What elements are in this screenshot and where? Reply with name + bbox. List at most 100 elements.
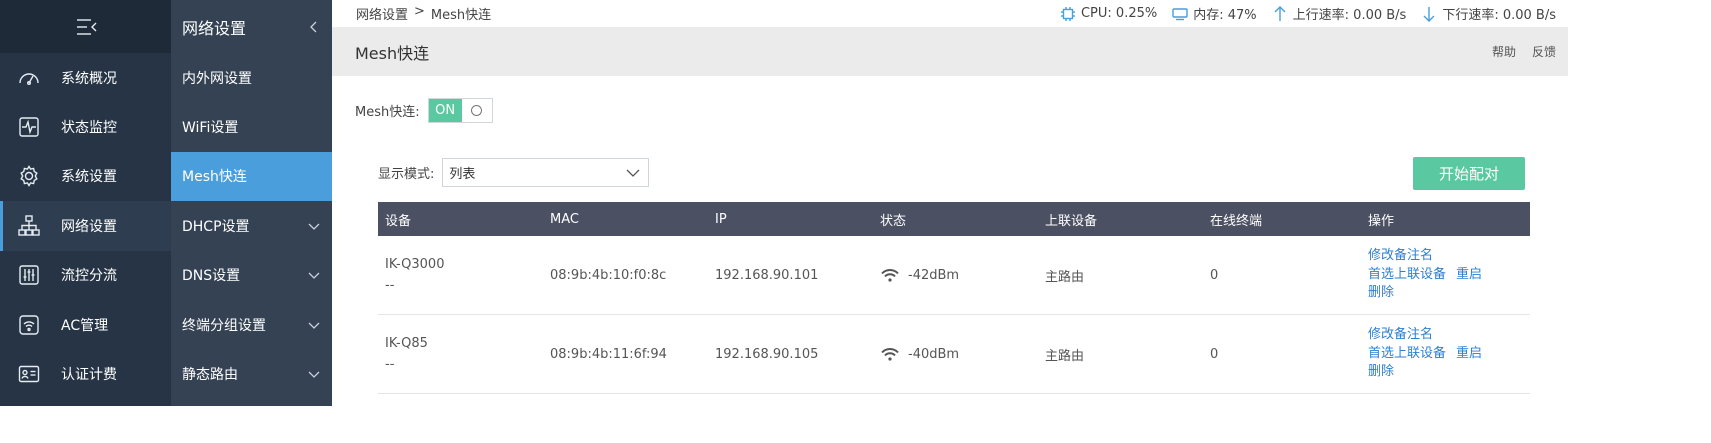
- sidebar-item-label: 认证计费: [61, 367, 117, 384]
- device-remark: --: [385, 357, 395, 372]
- chevron-down-icon: [308, 371, 320, 378]
- pulse-monitor-icon: [16, 114, 42, 140]
- subnav-item-label: DHCP设置: [182, 218, 250, 235]
- mac-cell: 08:9b:4b:11:6f:94: [550, 346, 667, 362]
- subnav-item-dhcp[interactable]: DHCP设置: [171, 201, 332, 250]
- subnav-item-mesh[interactable]: Mesh快连: [171, 151, 332, 202]
- sidebar-item-label: 网络设置: [61, 218, 117, 235]
- mesh-toggle-row: Mesh快连: ON: [355, 98, 493, 123]
- sidebar-item-label: AC管理: [61, 317, 109, 334]
- display-mode-label: 显示模式:: [378, 167, 435, 182]
- sidebar-item-overview[interactable]: 系统概况: [0, 53, 171, 102]
- page-title: Mesh快连: [355, 43, 430, 63]
- id-card-icon: [16, 361, 42, 387]
- start-pairing-button[interactable]: 开始配对: [1413, 157, 1525, 190]
- wifi-signal-icon: [881, 269, 899, 282]
- sliders-icon: [16, 262, 42, 288]
- reboot-link[interactable]: 重启: [1456, 266, 1482, 285]
- subnav-title: 网络设置: [182, 18, 247, 38]
- memory-value: 内存: 47%: [1193, 8, 1257, 23]
- edit-remark-link[interactable]: 修改备注名: [1368, 247, 1530, 266]
- breadcrumb-current: Mesh快连: [430, 8, 492, 23]
- subnav-item-static-route[interactable]: 静态路由: [171, 349, 332, 398]
- menu-collapse-icon: [76, 18, 96, 35]
- operations-cell: 修改备注名 首选上联设备 重启 删除: [1368, 247, 1530, 303]
- sub-sidebar: 网络设置 内外网设置 WiFi设置 Mesh快连 DHCP设置 DNS设置 终端…: [171, 0, 332, 406]
- device-remark: --: [385, 278, 395, 293]
- chevron-down-icon: [308, 272, 320, 280]
- sidebar-item-monitor[interactable]: 状态监控: [0, 102, 171, 151]
- download-stat: 下行速率: 0.00 B/s: [1420, 4, 1556, 23]
- device-name: IK-Q85: [385, 336, 428, 351]
- arrow-up-icon: [1274, 5, 1286, 21]
- online-clients-cell: 0: [1210, 346, 1219, 362]
- switch-on-label: ON: [428, 99, 462, 122]
- delete-link[interactable]: 删除: [1368, 363, 1530, 382]
- gear-icon: [16, 163, 42, 189]
- cpu-stat: CPU: 0.25%: [1059, 5, 1157, 23]
- help-link[interactable]: 帮助: [1492, 43, 1516, 60]
- dashboard-icon: [16, 65, 42, 91]
- chevron-down-icon: [308, 322, 320, 329]
- sidebar-item-label: 流控分流: [61, 268, 117, 285]
- cpu-icon: [1060, 6, 1075, 21]
- column-header: 操作: [1368, 213, 1395, 229]
- network-icon: [16, 213, 42, 239]
- subnav-item-label: 终端分组设置: [182, 317, 266, 334]
- memory-stat: 内存: 47%: [1171, 4, 1257, 23]
- chevron-down-icon: [626, 169, 640, 177]
- column-header: 设备: [385, 213, 412, 229]
- subnav-header[interactable]: 网络设置: [171, 0, 332, 53]
- sidebar-item-ac-management[interactable]: AC管理: [0, 300, 171, 349]
- device-cell: IK-Q85 --: [378, 333, 543, 375]
- status-cell: -42dBm: [873, 267, 1038, 283]
- breadcrumb-parent[interactable]: 网络设置: [356, 4, 408, 23]
- operations-cell: 修改备注名 首选上联设备 重启 删除: [1368, 326, 1530, 382]
- prefer-uplink-link[interactable]: 首选上联设备: [1368, 266, 1446, 285]
- memory-icon: [1172, 7, 1188, 20]
- sidebar-item-network-settings[interactable]: 网络设置: [0, 201, 171, 251]
- upload-value: 上行速率: 0.00 B/s: [1292, 8, 1407, 23]
- sidebar-item-auth-billing[interactable]: 认证计费: [0, 349, 171, 398]
- column-header: MAC: [550, 211, 579, 227]
- sidebar-item-label: 系统概况: [61, 70, 117, 87]
- status-cell: -40dBm: [873, 346, 1038, 362]
- arrow-down-icon: [1423, 6, 1435, 22]
- table-row: IK-Q3000 -- 08:9b:4b:10:f0:8c 192.168.90…: [378, 236, 1530, 315]
- subnav-item-lan-wan[interactable]: 内外网设置: [171, 53, 332, 102]
- cpu-value: CPU: 0.25%: [1080, 6, 1158, 21]
- prefer-uplink-link[interactable]: 首选上联设备: [1368, 345, 1446, 364]
- breadcrumb-separator: >: [414, 4, 425, 19]
- page-titlebar: Mesh快连 帮助 反馈: [332, 27, 1568, 76]
- breadcrumb: 网络设置 > Mesh快连: [356, 4, 491, 23]
- status-bar: 网络设置 > Mesh快连 CPU: 0.25% 内存: 47% 上行速率: 0…: [332, 0, 1568, 27]
- subnav-item-label: 内外网设置: [182, 70, 252, 87]
- online-clients-cell: 0: [1210, 267, 1219, 283]
- menu-collapse-button[interactable]: [0, 0, 171, 53]
- uplink-cell: 主路由: [1045, 269, 1085, 285]
- wifi-signal-icon: [881, 348, 899, 361]
- reboot-link[interactable]: 重启: [1456, 345, 1482, 364]
- column-header: 状态: [880, 213, 907, 229]
- uplink-cell: 主路由: [1045, 348, 1085, 364]
- chevron-left-icon[interactable]: [308, 21, 320, 33]
- feedback-link[interactable]: 反馈: [1532, 43, 1556, 60]
- mesh-toggle-switch[interactable]: ON: [427, 98, 493, 123]
- sidebar-item-system-settings[interactable]: 系统设置: [0, 152, 171, 201]
- title-links: 帮助 反馈: [1492, 43, 1556, 60]
- subnav-item-dns[interactable]: DNS设置: [171, 251, 332, 300]
- subnav-item-wifi[interactable]: WiFi设置: [171, 102, 332, 151]
- table-header: 设备 MAC IP 状态 上联设备 在线终端 操作: [378, 202, 1530, 236]
- ip-cell: 192.168.90.101: [715, 267, 819, 283]
- column-header: 在线终端: [1210, 213, 1263, 229]
- sidebar-item-flow-control[interactable]: 流控分流: [0, 251, 171, 300]
- mesh-device-table: 设备 MAC IP 状态 上联设备 在线终端 操作 IK-Q3000 -- 08…: [378, 202, 1530, 394]
- subnav-item-terminal-groups[interactable]: 终端分组设置: [171, 300, 332, 349]
- delete-link[interactable]: 删除: [1368, 284, 1530, 303]
- device-name: IK-Q3000: [385, 257, 445, 272]
- edit-remark-link[interactable]: 修改备注名: [1368, 326, 1530, 345]
- table-row: IK-Q85 -- 08:9b:4b:11:6f:94 192.168.90.1…: [378, 315, 1530, 394]
- display-mode-select[interactable]: 列表: [442, 158, 650, 187]
- display-mode-row: 显示模式: 列表: [378, 158, 650, 187]
- device-cell: IK-Q3000 --: [378, 254, 543, 296]
